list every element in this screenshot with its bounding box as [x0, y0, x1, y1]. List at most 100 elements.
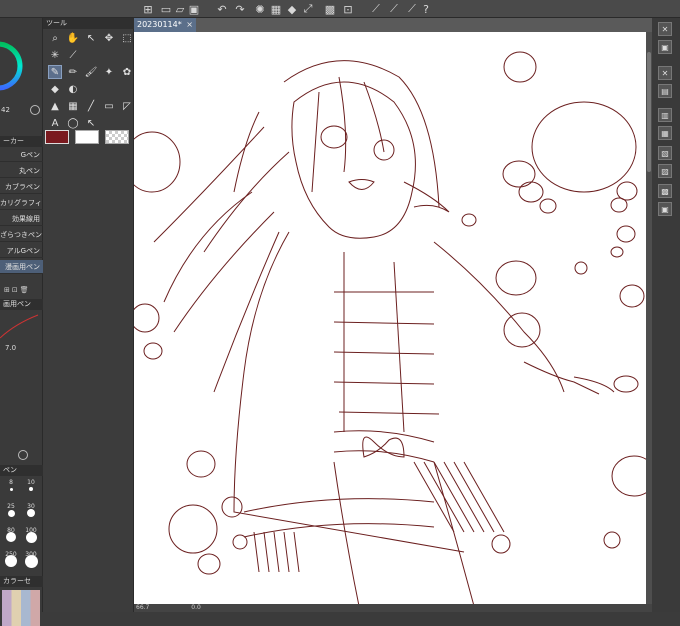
transparent-color-swatch[interactable]: [105, 130, 129, 144]
brush-size-label: 25: [7, 503, 15, 510]
brush-size-preview[interactable]: [29, 487, 33, 491]
gradient-icon[interactable]: ▦: [66, 99, 80, 113]
brush-size-label: 30: [27, 503, 35, 510]
tool-panel-title: ツール: [43, 18, 134, 29]
dock-material-icon[interactable]: ▦: [658, 126, 672, 140]
scrollbar-thumb[interactable]: [647, 52, 651, 172]
color-value-readout: 42: [1, 106, 10, 114]
save-icon[interactable]: ▣: [186, 1, 202, 17]
brush-size-label: 8: [9, 479, 13, 486]
brush-list-item[interactable]: 漫画用ペン: [0, 260, 43, 274]
dock-close-icon[interactable]: ✕: [658, 22, 672, 36]
undo-icon[interactable]: ↶: [214, 1, 230, 17]
brush-list-item[interactable]: 効果線用: [0, 212, 43, 226]
brush-list-item[interactable]: カリグラフィ: [0, 196, 43, 210]
fill-icon[interactable]: ◆: [284, 1, 300, 17]
thickness-value[interactable]: 7.0: [5, 344, 16, 352]
color-set-title: カラーセ: [0, 576, 43, 587]
brush-list-item[interactable]: カブラペン: [0, 180, 43, 194]
hand-icon[interactable]: ✋: [66, 31, 80, 45]
document-tab[interactable]: 20230114* ×: [134, 18, 196, 32]
brush-list-item[interactable]: 丸ペン: [0, 164, 43, 178]
blend-icon[interactable]: ◐: [66, 82, 80, 96]
brush-settings-icon[interactable]: [18, 450, 28, 460]
pressure-curve[interactable]: [0, 312, 40, 340]
operation-icon[interactable]: ↖: [84, 31, 98, 45]
brush-list-item[interactable]: ざらつきペン: [0, 228, 43, 242]
dock-close-icon[interactable]: ✕: [658, 66, 672, 80]
decoration-icon[interactable]: ✿: [120, 65, 134, 79]
bubble: [134, 303, 160, 333]
redo-icon[interactable]: ↷: [232, 1, 248, 17]
pencil-icon[interactable]: ✏: [66, 65, 80, 79]
move-layer-icon[interactable]: ✥: [102, 31, 116, 45]
settings-icon[interactable]: [30, 105, 40, 115]
selection-icon[interactable]: ⬚: [120, 31, 134, 45]
select-all-icon[interactable]: ✺: [252, 1, 268, 17]
ruler-snap-icon[interactable]: ⟋: [386, 1, 402, 17]
dock-navigator-icon[interactable]: ▣: [658, 40, 672, 54]
ruler-tool-icon[interactable]: ◸: [120, 99, 134, 113]
dock-subview-icon[interactable]: ▨: [658, 164, 672, 178]
color-wheel[interactable]: [0, 18, 43, 118]
transform-icon[interactable]: ⤢: [300, 1, 316, 17]
bubble: [186, 450, 216, 478]
bubble: [197, 553, 221, 575]
crop-icon[interactable]: ⊡: [340, 1, 356, 17]
fill-icon[interactable]: ▲: [48, 99, 62, 113]
brush-list-item[interactable]: Gペン: [0, 148, 43, 162]
help-icon[interactable]: ?: [418, 1, 434, 17]
brush-size-label: 300: [25, 551, 37, 558]
text-icon[interactable]: A: [48, 116, 62, 130]
brush-list-item[interactable]: アルGペン: [0, 244, 43, 258]
brush-size-label: 10: [27, 479, 35, 486]
brush-size-preview[interactable]: [27, 509, 35, 517]
brush-size-preview[interactable]: [7, 509, 15, 517]
delete-brush-icon[interactable]: 🗑: [20, 286, 29, 296]
sketch-lineart: [134, 51, 652, 606]
sub-color-swatch[interactable]: [75, 130, 99, 144]
color-set-swatches[interactable]: [2, 590, 40, 626]
brush-size-label: 100: [25, 527, 37, 534]
dock-history-icon[interactable]: ▧: [658, 146, 672, 160]
status-bar: 66.7 0.0: [134, 604, 652, 612]
zoom-icon[interactable]: ⌕: [48, 31, 62, 45]
bubble: [603, 531, 621, 549]
brush-size-preview[interactable]: [9, 487, 13, 491]
eraser-icon[interactable]: ◆: [48, 82, 62, 96]
angle-readout[interactable]: 0.0: [191, 604, 201, 611]
close-tab-icon[interactable]: ×: [186, 18, 193, 32]
bubble: [495, 260, 537, 296]
bubble: [502, 160, 536, 188]
bubble: [616, 225, 636, 243]
ruler-icon[interactable]: ⟋: [368, 1, 384, 17]
eyedropper-icon[interactable]: ⟋: [66, 48, 80, 62]
pen-label: 画用ペン: [0, 299, 43, 310]
dock-property-icon[interactable]: ▥: [658, 108, 672, 122]
copy-brush-icon[interactable]: ⊡: [12, 286, 18, 296]
new-brush-icon[interactable]: ⊞: [4, 286, 10, 296]
figure-icon[interactable]: ╱: [84, 99, 98, 113]
deselect-icon[interactable]: ▦: [268, 1, 284, 17]
zoom-readout[interactable]: 66.7: [136, 604, 149, 611]
brush-size-label: 80: [7, 527, 15, 534]
bubble: [619, 284, 645, 308]
drawing-canvas[interactable]: [134, 32, 652, 606]
brush-icon[interactable]: 🖌: [84, 65, 98, 79]
frame-icon[interactable]: ▭: [102, 99, 116, 113]
main-color-swatch[interactable]: [45, 130, 69, 144]
sketch-face: [291, 81, 416, 239]
auto-select-icon[interactable]: ✳: [48, 48, 62, 62]
canvas-icon[interactable]: ⊞: [140, 1, 156, 17]
bubble: [168, 504, 218, 554]
dock-layer-icon[interactable]: ▤: [658, 84, 672, 98]
pen-icon[interactable]: ✎: [48, 65, 62, 79]
correct-line-icon[interactable]: ↖: [84, 116, 98, 130]
clear-icon[interactable]: ▩: [322, 1, 338, 17]
dock-search-icon[interactable]: ▣: [658, 202, 672, 216]
airbrush-icon[interactable]: ✦: [102, 65, 116, 79]
bubble: [491, 534, 511, 554]
balloon-icon[interactable]: ◯: [66, 116, 80, 130]
dock-info-icon[interactable]: ▩: [658, 184, 672, 198]
brush-size-title: ペン: [0, 465, 43, 476]
